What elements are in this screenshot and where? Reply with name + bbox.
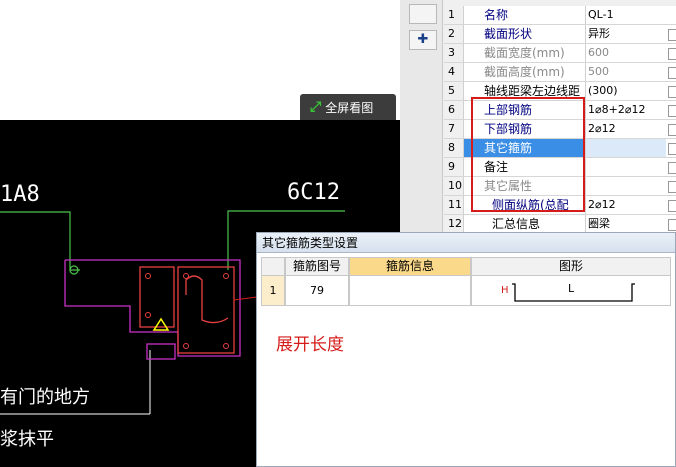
property-checkbox[interactable] <box>668 143 676 155</box>
toolbar-button[interactable] <box>409 4 437 24</box>
fullscreen-label: 全屏看图 <box>325 100 374 115</box>
property-checkbox[interactable] <box>668 86 676 98</box>
property-checkbox[interactable] <box>668 200 676 212</box>
property-row-number: 1 <box>444 6 464 24</box>
property-row-number: 6 <box>444 101 464 119</box>
property-name: 截面宽度(mm) <box>464 44 586 62</box>
dialog-title: 其它箍筋类型设置 <box>257 233 675 253</box>
property-value[interactable]: 圈梁 <box>586 215 666 233</box>
figure-cell[interactable]: H L <box>471 276 671 306</box>
property-name: 截面形状 <box>464 25 586 43</box>
property-row-number: 10 <box>444 177 464 195</box>
property-value[interactable]: (300) <box>586 82 666 100</box>
property-value[interactable] <box>586 177 666 195</box>
property-value[interactable]: QL-1 <box>586 6 666 24</box>
property-checkbox[interactable] <box>668 29 676 41</box>
property-value[interactable]: 500 <box>586 63 666 81</box>
property-row-number: 3 <box>444 44 464 62</box>
property-name: 名称 <box>464 6 586 24</box>
property-value[interactable]: 600 <box>586 44 666 62</box>
add-icon[interactable]: ✚ <box>409 30 437 50</box>
cad-note-line1: 有门的地方 <box>0 387 90 408</box>
figure-l-label: L <box>568 282 575 295</box>
rebar-hook <box>185 275 229 324</box>
property-value[interactable]: 2⌀12 <box>586 120 666 138</box>
rebar-dot <box>183 343 189 349</box>
highlight-box <box>471 97 585 212</box>
property-row[interactable]: 4 截面高度(mm) 500 <box>444 63 676 82</box>
property-value[interactable] <box>586 158 666 176</box>
property-row-number: 12 <box>444 215 464 233</box>
property-checkbox[interactable] <box>668 181 676 193</box>
property-checkbox[interactable] <box>668 48 676 60</box>
property-row-number: 8 <box>444 139 464 157</box>
section-notch <box>146 343 176 360</box>
property-value[interactable]: 2⌀12 <box>586 196 666 214</box>
fullscreen-view-button[interactable]: ⤢ 全屏看图 <box>300 94 396 120</box>
property-row[interactable]: 2 截面形状 异形 <box>444 25 676 44</box>
expand-length-annotation: 展开长度 <box>276 335 344 355</box>
property-row[interactable]: 1 名称 QL-1 <box>444 6 676 25</box>
panel-toolbar: ✚ <box>400 0 443 232</box>
cad-note-line2-text: 浆抹平 <box>0 429 54 450</box>
section-outline <box>64 259 241 357</box>
row-number-header <box>261 257 285 276</box>
property-name: 汇总信息 <box>464 215 586 233</box>
property-checkbox[interactable] <box>668 67 676 79</box>
rebar-dot <box>145 312 151 318</box>
warning-triangle-icon <box>152 317 170 331</box>
property-name: 截面高度(mm) <box>464 63 586 81</box>
rebar-dot <box>223 343 229 349</box>
shape-no-header: 箍筋图号 <box>285 257 349 276</box>
left-rebar-leader <box>0 211 80 271</box>
property-checkbox[interactable] <box>668 105 676 117</box>
property-row-number: 5 <box>444 82 464 100</box>
shape-no-cell[interactable]: 79 <box>285 276 349 306</box>
property-value[interactable]: 异形 <box>586 25 666 43</box>
property-value[interactable] <box>586 139 666 157</box>
rebar-dot <box>183 273 189 279</box>
property-row-number: 4 <box>444 63 464 81</box>
info-header: 箍筋信息 <box>349 257 471 276</box>
info-cell[interactable] <box>349 276 471 306</box>
property-value[interactable]: 1⌀8+2⌀12 <box>586 101 666 119</box>
rebar-dot <box>145 273 151 279</box>
property-row-number: 9 <box>444 158 464 176</box>
property-row[interactable]: 3 截面宽度(mm) 600 <box>444 44 676 63</box>
property-checkbox[interactable] <box>668 162 676 174</box>
figure-h-label: H <box>501 285 509 296</box>
property-row-number: 2 <box>444 25 464 43</box>
right-rebar-label: 6C12 <box>287 180 340 205</box>
property-row-number: 11 <box>444 196 464 214</box>
left-rebar-label: 1A8 <box>0 182 40 207</box>
property-row-number: 7 <box>444 120 464 138</box>
row-number[interactable]: 1 <box>261 276 285 306</box>
rebar-dot <box>223 273 229 279</box>
property-checkbox[interactable] <box>668 219 676 231</box>
fullscreen-icon: ⤢ <box>310 99 322 115</box>
cad-note-line2: 浆抹平 <box>0 425 54 451</box>
property-checkbox[interactable] <box>668 124 676 136</box>
